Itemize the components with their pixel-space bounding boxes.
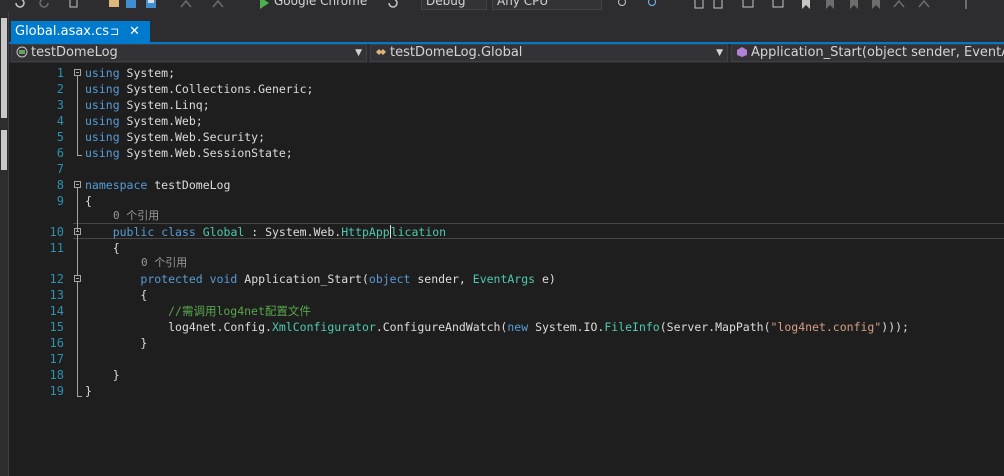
code-line: log4net.Config.XmlConfigurator.Configure… <box>168 320 909 334</box>
refresh-icon[interactable] <box>387 0 399 9</box>
new-file-icon[interactable] <box>68 0 80 9</box>
code-line: { <box>140 288 148 302</box>
code-line: } <box>112 368 120 382</box>
tab-global-asax-cs[interactable]: Global.asax.cs ⊐ ✕ <box>11 21 150 42</box>
code-line: using System.Web.SessionState; <box>85 146 293 160</box>
chevron-down-icon: ▼ <box>716 48 723 58</box>
code-line: { <box>112 241 120 255</box>
code-line: } <box>140 336 148 350</box>
line-number: 19 <box>49 384 64 398</box>
code-line: public class Global : System.Web.HttpApp… <box>112 225 447 239</box>
find-icon[interactable] <box>617 0 629 9</box>
line-number: 8 <box>56 178 64 192</box>
toolbox-tab[interactable] <box>1 130 7 170</box>
method-icon <box>737 47 747 57</box>
code-line: using System.Web; <box>85 114 203 128</box>
code-line: using System.Linq; <box>85 98 210 112</box>
line-number: 3 <box>56 98 64 112</box>
line-number: 13 <box>49 288 64 302</box>
pin-icon[interactable]: ⊐ <box>110 21 119 42</box>
class-icon <box>376 49 386 55</box>
class-name: testDomeLog.Global <box>390 45 523 60</box>
copy-icon[interactable] <box>712 0 724 9</box>
collapse-class-toggle[interactable] <box>74 228 81 235</box>
tab-title: Global.asax.cs <box>15 24 110 39</box>
line-number: 9 <box>56 194 64 208</box>
code-line: namespace testDomeLog <box>85 178 231 192</box>
line-number: 14 <box>49 304 64 318</box>
bookmark-prev-icon[interactable] <box>824 0 836 9</box>
line-number: 11 <box>49 241 64 255</box>
server-explorer-tab[interactable] <box>1 18 7 118</box>
line-number: 10 <box>49 225 64 239</box>
code-line: { <box>85 194 92 208</box>
step-over-icon[interactable] <box>918 0 930 9</box>
search-icon[interactable] <box>647 0 659 9</box>
line-number: 18 <box>49 368 64 382</box>
navigation-bar: testDomeLog ▼ testDomeLog.Global ▼ Appli… <box>9 44 1004 64</box>
codelens-reference-count[interactable]: 0 个引用 <box>141 255 187 271</box>
document-tab-row: Global.asax.cs ⊐ ✕ <box>9 12 1004 42</box>
outline-end <box>77 155 82 156</box>
save-all-icon[interactable] <box>145 0 157 9</box>
open-file-icon[interactable] <box>108 0 120 9</box>
line-number: 2 <box>56 82 64 96</box>
class-dropdown[interactable]: testDomeLog.Global ▼ <box>370 44 728 62</box>
toolbar-overflow-icon[interactable] <box>960 0 972 9</box>
code-line: using System.Collections.Generic; <box>85 82 314 96</box>
member-dropdown[interactable]: Application_Start(object sender, EventAr… <box>731 44 1004 62</box>
code-line: using System.Web.Security; <box>85 130 266 144</box>
line-number: 6 <box>56 146 64 160</box>
chevron-down-icon: ▼ <box>355 48 362 58</box>
line-number: 7 <box>56 162 64 176</box>
collapse-namespace-toggle[interactable] <box>74 181 81 188</box>
project-icon <box>16 46 28 58</box>
line-number: 15 <box>49 320 64 334</box>
bookmark-next-icon[interactable] <box>848 0 860 9</box>
code-line: //需调用log4net配置文件 <box>168 304 311 318</box>
uncomment-icon[interactable] <box>772 0 784 9</box>
outline-line <box>77 235 78 275</box>
outline-line <box>77 188 78 232</box>
project-dropdown[interactable]: testDomeLog ▼ <box>11 44 367 62</box>
code-line: using System; <box>85 66 176 80</box>
outline-line <box>77 282 78 396</box>
save-icon[interactable] <box>125 0 137 9</box>
configuration-dropdown[interactable]: Debug <box>421 0 487 10</box>
code-line: } <box>85 384 92 398</box>
undo-arrow-icon[interactable] <box>180 0 192 9</box>
redo-icon[interactable] <box>38 0 50 9</box>
outline-end <box>77 396 82 397</box>
line-number: 1 <box>56 66 64 80</box>
line-number: 17 <box>49 352 64 366</box>
codelens-reference-count[interactable]: 0 个引用 <box>113 208 159 224</box>
line-number: 5 <box>56 130 64 144</box>
start-browser-label[interactable]: Google Chrome <box>274 0 367 8</box>
project-name: testDomeLog <box>31 45 118 60</box>
document-icon[interactable] <box>693 0 705 9</box>
close-icon[interactable]: ✕ <box>129 21 140 42</box>
bookmark-icon[interactable] <box>800 0 812 9</box>
redo-arrow-icon[interactable] <box>212 0 224 9</box>
toolbar: Google Chrome Debug Any CPU <box>0 0 1004 12</box>
outline-line <box>77 76 78 155</box>
platform-dropdown[interactable]: Any CPU <box>492 0 602 10</box>
code-editor[interactable]: 1 2 3 4 5 6 7 8 9 10 11 12 13 14 15 16 1… <box>9 63 1004 476</box>
left-toolwindow-strip <box>0 12 9 476</box>
start-debug-icon[interactable] <box>258 0 270 9</box>
line-number: 16 <box>49 336 64 350</box>
comment-icon[interactable] <box>742 0 754 9</box>
line-number: 4 <box>56 114 64 128</box>
collapse-method-toggle[interactable] <box>74 275 81 282</box>
member-name: Application_Start(object sender, EventAr… <box>751 45 1004 60</box>
bookmark-clear-icon[interactable] <box>870 0 882 9</box>
line-number: 12 <box>49 272 64 286</box>
code-line: protected void Application_Start(object … <box>140 272 556 286</box>
undo-icon[interactable] <box>14 0 26 9</box>
collapse-usings-toggle[interactable] <box>74 69 81 76</box>
step-into-icon[interactable] <box>893 0 905 9</box>
